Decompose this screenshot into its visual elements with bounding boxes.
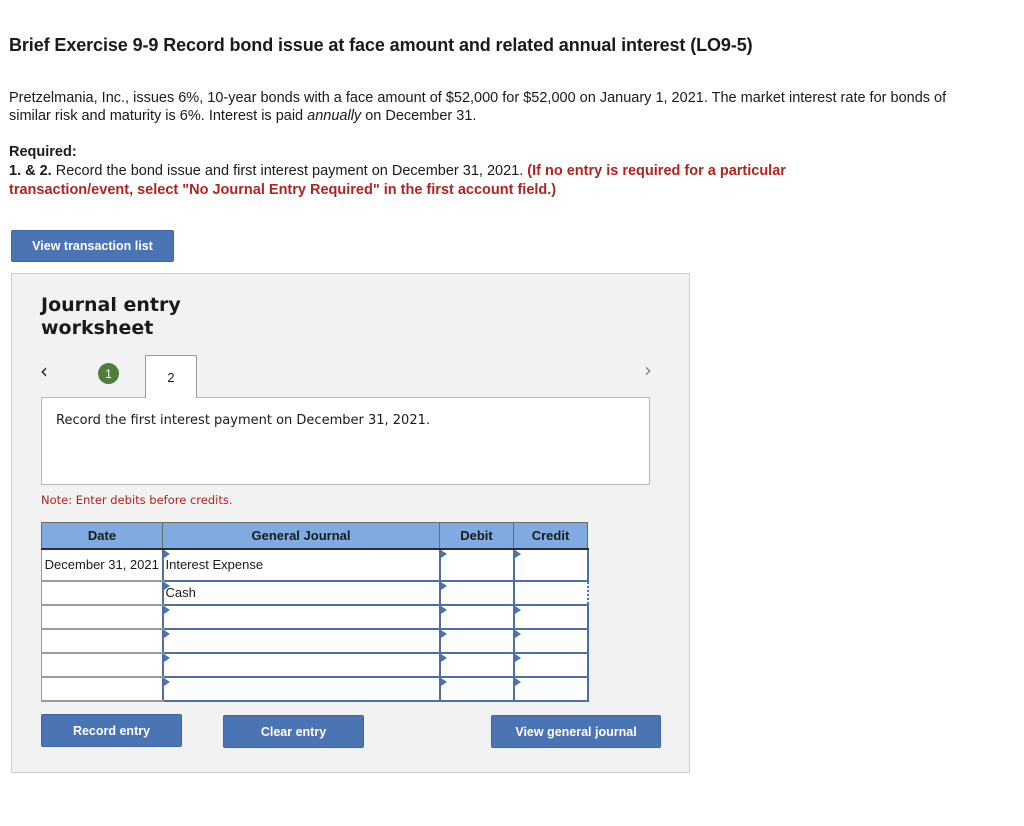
account-input[interactable] bbox=[163, 677, 439, 700]
worksheet-title: Journal entry worksheet bbox=[41, 294, 181, 339]
debit-input[interactable] bbox=[440, 653, 513, 676]
required-number: 1. & 2. bbox=[9, 163, 52, 179]
account-input[interactable] bbox=[163, 629, 439, 652]
dropdown-flag-icon bbox=[440, 605, 447, 614]
chevron-right-icon[interactable]: › bbox=[644, 358, 652, 382]
dropdown-flag-icon bbox=[440, 653, 447, 662]
date-cell bbox=[41, 628, 163, 654]
debit-cell[interactable] bbox=[438, 547, 515, 582]
journal-header-row: Date General Journal Debit Credit bbox=[41, 522, 588, 550]
problem-text-end: on December 31. bbox=[361, 108, 477, 124]
account-cell[interactable] bbox=[161, 627, 441, 654]
dropdown-flag-icon bbox=[514, 677, 521, 686]
record-entry-button[interactable]: Record entry bbox=[41, 714, 182, 747]
date-cell bbox=[41, 652, 163, 678]
dropdown-flag-icon bbox=[440, 677, 447, 686]
step-tab-1-completed[interactable]: 1 bbox=[98, 363, 119, 384]
credit-cell[interactable] bbox=[512, 675, 589, 702]
debit-input[interactable] bbox=[440, 549, 513, 580]
dropdown-flag-icon bbox=[514, 653, 521, 662]
account-cell[interactable] bbox=[161, 651, 441, 678]
chevron-left-icon[interactable]: ‹ bbox=[40, 359, 48, 383]
debit-cell[interactable] bbox=[438, 675, 515, 702]
credit-cell[interactable] bbox=[512, 651, 589, 678]
step-tab-2-current[interactable]: 2 bbox=[145, 355, 197, 398]
debit-input[interactable] bbox=[440, 605, 513, 628]
table-row bbox=[41, 627, 589, 654]
dropdown-flag-icon bbox=[440, 581, 447, 590]
dropdown-flag-icon bbox=[440, 629, 447, 638]
account-cell[interactable] bbox=[161, 675, 441, 702]
credit-cell[interactable] bbox=[512, 547, 589, 582]
dropdown-flag-icon bbox=[514, 629, 521, 638]
header-date: Date bbox=[41, 522, 163, 550]
credit-input[interactable] bbox=[514, 629, 587, 652]
credit-cell-focused[interactable] bbox=[512, 579, 589, 606]
date-cell: December 31, 2021 bbox=[41, 548, 163, 582]
clear-entry-button[interactable]: Clear entry bbox=[223, 715, 364, 748]
required-description: Record the bond issue and first interest… bbox=[51, 163, 528, 179]
debit-cell[interactable] bbox=[438, 627, 515, 654]
table-row bbox=[41, 603, 589, 630]
credit-cell[interactable] bbox=[512, 627, 589, 654]
instruction-box: Record the first interest payment on Dec… bbox=[41, 397, 650, 485]
account-input[interactable] bbox=[163, 549, 439, 580]
account-cell[interactable] bbox=[161, 603, 441, 630]
account-cell[interactable] bbox=[161, 579, 441, 606]
debit-cell[interactable] bbox=[438, 603, 515, 630]
debit-cell[interactable] bbox=[438, 651, 515, 678]
table-row bbox=[41, 651, 589, 678]
table-row bbox=[41, 579, 589, 606]
debit-input[interactable] bbox=[440, 629, 513, 652]
credit-input[interactable] bbox=[514, 581, 587, 604]
dropdown-flag-icon bbox=[163, 605, 170, 614]
table-row: December 31, 2021 bbox=[41, 547, 589, 582]
date-cell bbox=[41, 676, 163, 702]
dropdown-flag-icon bbox=[514, 549, 521, 558]
date-cell bbox=[41, 604, 163, 630]
debit-input[interactable] bbox=[440, 581, 513, 604]
header-credit: Credit bbox=[513, 522, 588, 550]
account-input[interactable] bbox=[163, 605, 439, 628]
page-title: Brief Exercise 9-9 Record bond issue at … bbox=[9, 35, 753, 55]
view-transaction-list-button[interactable]: View transaction list bbox=[11, 230, 174, 262]
credit-input[interactable] bbox=[514, 653, 587, 676]
table-row bbox=[41, 675, 589, 702]
account-cell[interactable] bbox=[161, 547, 441, 582]
journal-table: Date General Journal Debit Credit Decemb… bbox=[41, 522, 589, 702]
dropdown-flag-icon bbox=[163, 653, 170, 662]
credit-input[interactable] bbox=[514, 605, 587, 628]
dropdown-flag-icon bbox=[163, 629, 170, 638]
dropdown-flag-icon bbox=[514, 605, 521, 614]
dropdown-flag-icon bbox=[163, 677, 170, 686]
credit-cell[interactable] bbox=[512, 603, 589, 630]
dropdown-flag-icon bbox=[163, 549, 170, 558]
dropdown-flag-icon bbox=[163, 581, 170, 590]
account-input[interactable] bbox=[163, 581, 439, 604]
dropdown-flag-icon bbox=[440, 549, 447, 558]
account-input[interactable] bbox=[163, 653, 439, 676]
view-general-journal-button[interactable]: View general journal bbox=[491, 715, 661, 748]
debit-cell[interactable] bbox=[438, 579, 515, 606]
problem-statement: Pretzelmania, Inc., issues 6%, 10-year b… bbox=[9, 89, 969, 125]
required-label: Required: bbox=[9, 144, 77, 160]
instruction-text: Record the first interest payment on Dec… bbox=[56, 413, 430, 428]
journal-entry-worksheet: Journal entry worksheet ‹ 1 2 › Record t… bbox=[11, 273, 690, 773]
date-cell bbox=[41, 580, 163, 606]
header-general-journal: General Journal bbox=[162, 522, 440, 550]
problem-text-italic: annually bbox=[307, 108, 362, 124]
note-text: Note: Enter debits before credits. bbox=[41, 493, 233, 507]
header-debit: Debit bbox=[439, 522, 514, 550]
problem-text-start: Pretzelmania, Inc., issues 6%, 10-year b… bbox=[9, 90, 947, 124]
credit-input[interactable] bbox=[514, 677, 587, 700]
required-text: 1. & 2. Record the bond issue and first … bbox=[9, 162, 909, 200]
credit-input[interactable] bbox=[514, 549, 587, 580]
debit-input[interactable] bbox=[440, 677, 513, 700]
